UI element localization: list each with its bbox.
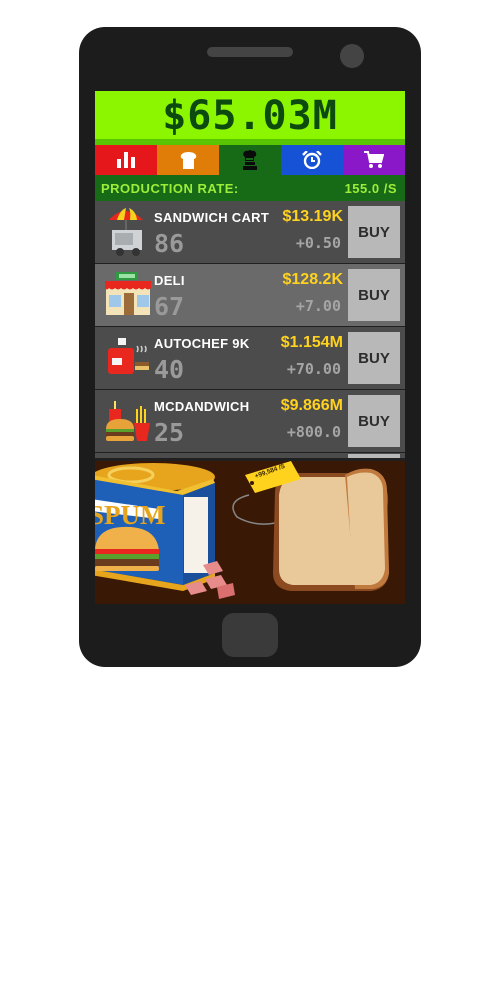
sandwich-cart-icon bbox=[109, 208, 143, 256]
can-label-text: SPUM bbox=[95, 500, 166, 530]
producer-rate: +0.50 bbox=[295, 234, 341, 252]
buy-button[interactable]: BUY bbox=[348, 395, 400, 447]
producer-rate: +70.00 bbox=[286, 360, 341, 378]
producer-name: DELI bbox=[154, 273, 185, 288]
producer-name: SANDWICH CART bbox=[154, 210, 270, 225]
cart-icon bbox=[364, 151, 384, 168]
buy-button-partial[interactable] bbox=[348, 454, 400, 458]
buy-button[interactable]: BUY bbox=[348, 269, 400, 321]
producer-name: MCDANDWICH bbox=[154, 399, 250, 414]
chef-icon bbox=[243, 150, 257, 170]
producer-row: SANDWICH CART $13.19K 86 +0.50 BUY bbox=[95, 201, 405, 263]
deli-icon bbox=[105, 272, 151, 315]
buy-button[interactable]: BUY bbox=[348, 332, 400, 384]
phone-frame: $65.03M PRODUCTION RATE: 155.0 /S SANDWI… bbox=[79, 27, 421, 667]
producer-name: AUTOCHEF 9K bbox=[154, 336, 250, 351]
producer-count: 25 bbox=[154, 418, 185, 447]
producer-row: DELI $128.2K 67 +7.00 BUY bbox=[95, 264, 405, 326]
tab-bread[interactable] bbox=[157, 145, 219, 175]
producer-price: $1.154M bbox=[280, 334, 343, 351]
front-camera bbox=[340, 44, 364, 68]
speaker-grille bbox=[207, 47, 293, 57]
money-display: $65.03M bbox=[95, 91, 405, 145]
alarm-clock-icon bbox=[302, 151, 322, 169]
producer-count: 67 bbox=[154, 292, 185, 321]
tab-alarm[interactable] bbox=[281, 145, 343, 175]
producer-price: $13.19K bbox=[282, 208, 344, 225]
production-rate-label: PRODUCTION RATE: bbox=[101, 181, 239, 196]
producer-price: $128.2K bbox=[282, 271, 344, 288]
sandwich-scene[interactable]: SPUM +99,584 /S bbox=[95, 461, 405, 604]
producer-rate: +800.0 bbox=[286, 423, 341, 441]
tab-shop[interactable] bbox=[343, 145, 405, 175]
bread-icon bbox=[180, 151, 196, 169]
production-rate-bar: PRODUCTION RATE: 155.0 /S bbox=[95, 175, 405, 201]
game-screen: $65.03M PRODUCTION RATE: 155.0 /S SANDWI… bbox=[95, 91, 405, 604]
buy-button[interactable]: BUY bbox=[348, 206, 400, 258]
tab-producers[interactable] bbox=[219, 145, 281, 175]
producer-row: AUTOCHEF 9K $1.154M 40 +70.00 BUY bbox=[95, 327, 405, 389]
producer-row: MCDANDWICH $9.866M 25 +800.0 BUY bbox=[95, 390, 405, 452]
bar-chart-icon bbox=[117, 152, 135, 168]
tab-bar bbox=[95, 145, 405, 175]
burger-fries-icon bbox=[106, 401, 150, 441]
producer-list[interactable]: SANDWICH CART $13.19K 86 +0.50 BUY DELI bbox=[95, 201, 405, 458]
producer-count: 86 bbox=[154, 229, 185, 258]
home-button[interactable] bbox=[222, 613, 278, 657]
producer-rate: +7.00 bbox=[295, 297, 341, 315]
tab-stats[interactable] bbox=[95, 145, 157, 175]
producer-count: 40 bbox=[154, 355, 185, 384]
money-amount: $65.03M bbox=[162, 93, 338, 139]
producer-price: $9.866M bbox=[280, 397, 343, 414]
production-rate-value: 155.0 /S bbox=[344, 181, 397, 196]
autochef-icon bbox=[108, 338, 149, 374]
